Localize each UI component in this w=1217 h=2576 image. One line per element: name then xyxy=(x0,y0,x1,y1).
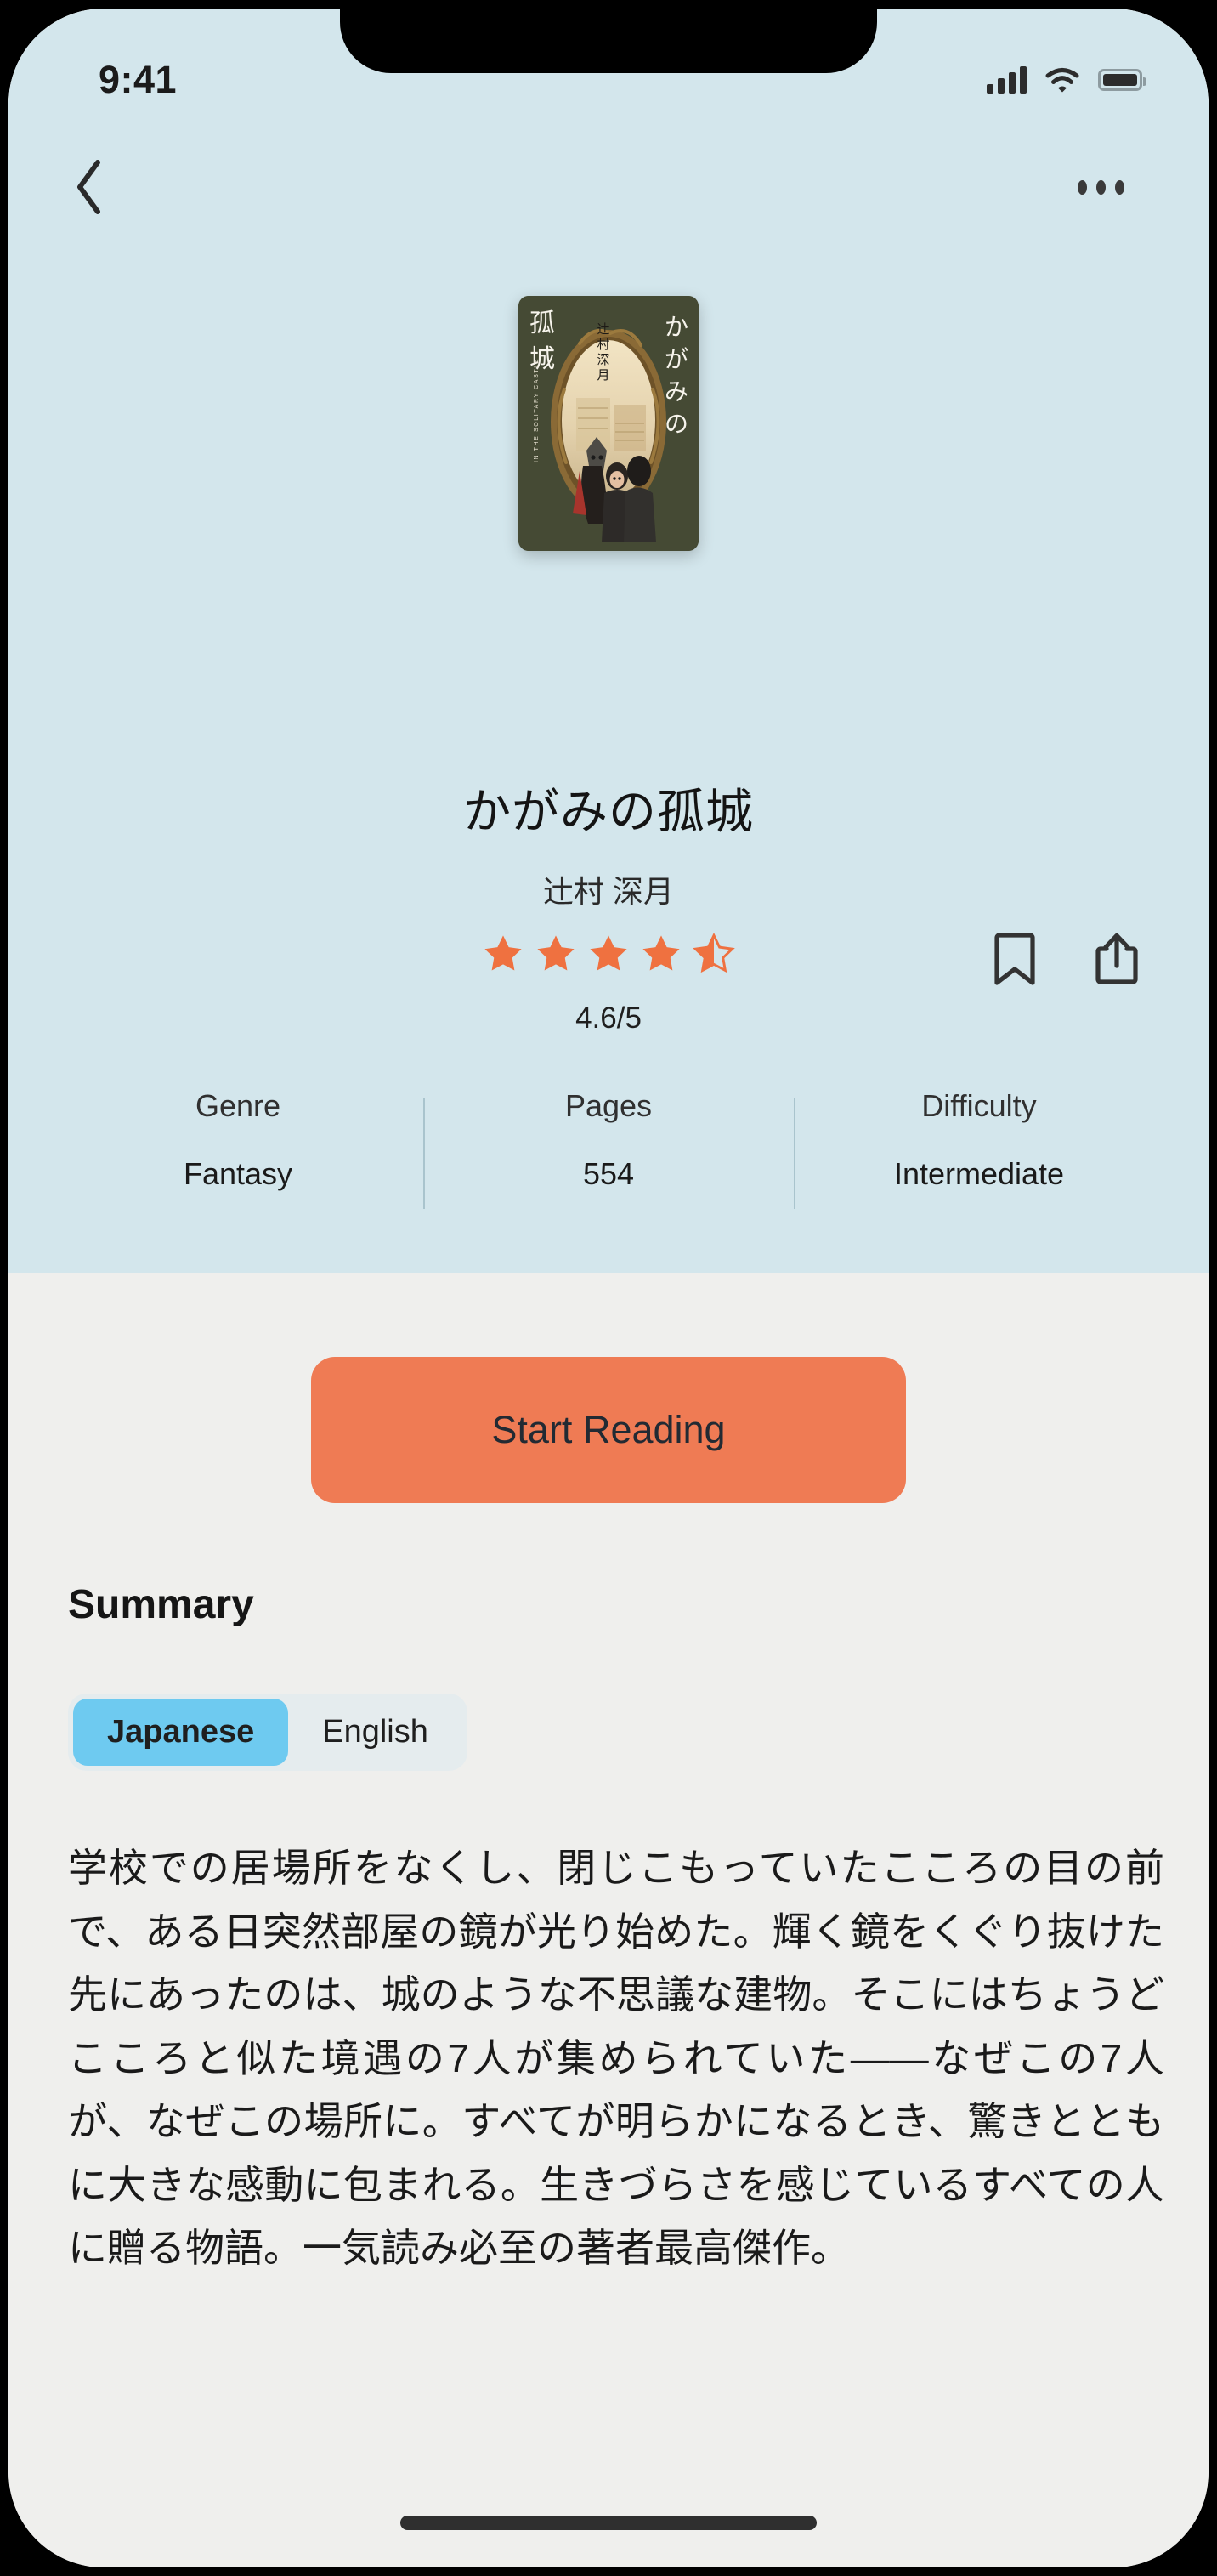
wifi-icon xyxy=(1045,68,1079,93)
svg-text:孤: 孤 xyxy=(529,309,555,338)
home-indicator[interactable] xyxy=(400,2516,817,2530)
book-cover[interactable]: か が み の 孤 城 辻 村 深 月 IN THE SOLITARY CAST… xyxy=(518,296,699,551)
star-icon-3 xyxy=(590,935,627,971)
device-notch xyxy=(340,9,877,73)
stat-pages: Pages 554 xyxy=(423,1088,794,1209)
back-button[interactable] xyxy=(51,149,127,225)
stat-value: Fantasy xyxy=(183,1156,293,1191)
screen: 9:41 か が み の 孤 城 辻 村 深 月 IN THE SOLITARY… xyxy=(8,9,1209,2567)
svg-text:深: 深 xyxy=(597,352,609,367)
bookmark-button[interactable] xyxy=(991,929,1044,989)
share-icon xyxy=(1095,933,1138,984)
book-cover-image: か が み の 孤 城 辻 村 深 月 IN THE SOLITARY CAST… xyxy=(518,296,699,551)
tab-english[interactable]: English xyxy=(288,1699,462,1766)
summary-language-tabs: Japanese English xyxy=(68,1694,467,1771)
star-icon-4 xyxy=(642,935,680,971)
svg-text:IN THE SOLITARY CASTLE: IN THE SOLITARY CASTLE xyxy=(534,358,540,462)
svg-text:が: が xyxy=(665,345,688,373)
book-title: かがみの孤城 xyxy=(463,785,754,838)
start-reading-button[interactable]: Start Reading xyxy=(311,1357,906,1503)
summary-body: 学校での居場所をなくし、閉じこもっていたこころの目の前で、ある日突然部屋の鏡が光… xyxy=(68,1846,1164,2271)
tab-japanese[interactable]: Japanese xyxy=(73,1699,289,1766)
action-icons xyxy=(991,929,1144,989)
svg-text:か: か xyxy=(665,313,688,341)
share-button[interactable] xyxy=(1091,929,1144,989)
rating-value: 4.6/5 xyxy=(575,1001,642,1035)
star-icon-2 xyxy=(537,935,575,971)
status-icons xyxy=(987,66,1146,94)
svg-text:み: み xyxy=(665,377,688,406)
svg-text:村: 村 xyxy=(597,337,609,352)
book-cover-artwork: か が み の 孤 城 辻 村 深 月 IN THE SOLITARY CAST… xyxy=(518,296,699,551)
star-icon-5-half xyxy=(693,933,735,973)
svg-text:の: の xyxy=(665,410,688,438)
stat-label: Difficulty xyxy=(921,1088,1037,1123)
status-time: 9:41 xyxy=(99,58,178,101)
back-chevron-icon xyxy=(77,160,100,214)
book-author: 辻村 深月 xyxy=(542,874,674,909)
phone-frame: 9:41 か が み の 孤 城 辻 村 深 月 IN THE SOLITARY… xyxy=(8,9,1209,2567)
cellular-signal-icon xyxy=(987,66,1027,94)
bookmark-icon xyxy=(994,933,1035,985)
navigation-bar xyxy=(8,136,1209,238)
stat-value: Intermediate xyxy=(893,1156,1065,1191)
svg-text:月: 月 xyxy=(597,367,609,383)
stat-difficulty: Difficulty Intermediate xyxy=(794,1088,1164,1209)
more-options-icon xyxy=(1077,179,1124,195)
stat-label: Pages xyxy=(564,1088,653,1123)
battery-full-icon xyxy=(1098,69,1146,91)
more-options-button[interactable] xyxy=(1062,149,1139,225)
stat-value: 554 xyxy=(582,1156,635,1191)
stat-genre: Genre Fantasy xyxy=(53,1088,423,1192)
star-rating[interactable] xyxy=(480,931,737,977)
star-icon-1 xyxy=(484,935,522,971)
stat-label: Genre xyxy=(195,1088,281,1123)
book-stats: Genre Fantasy Pages 554 Difficulty Inter… xyxy=(8,1088,1209,1209)
summary-heading: Summary xyxy=(68,1582,254,1627)
svg-text:辻: 辻 xyxy=(597,321,609,337)
